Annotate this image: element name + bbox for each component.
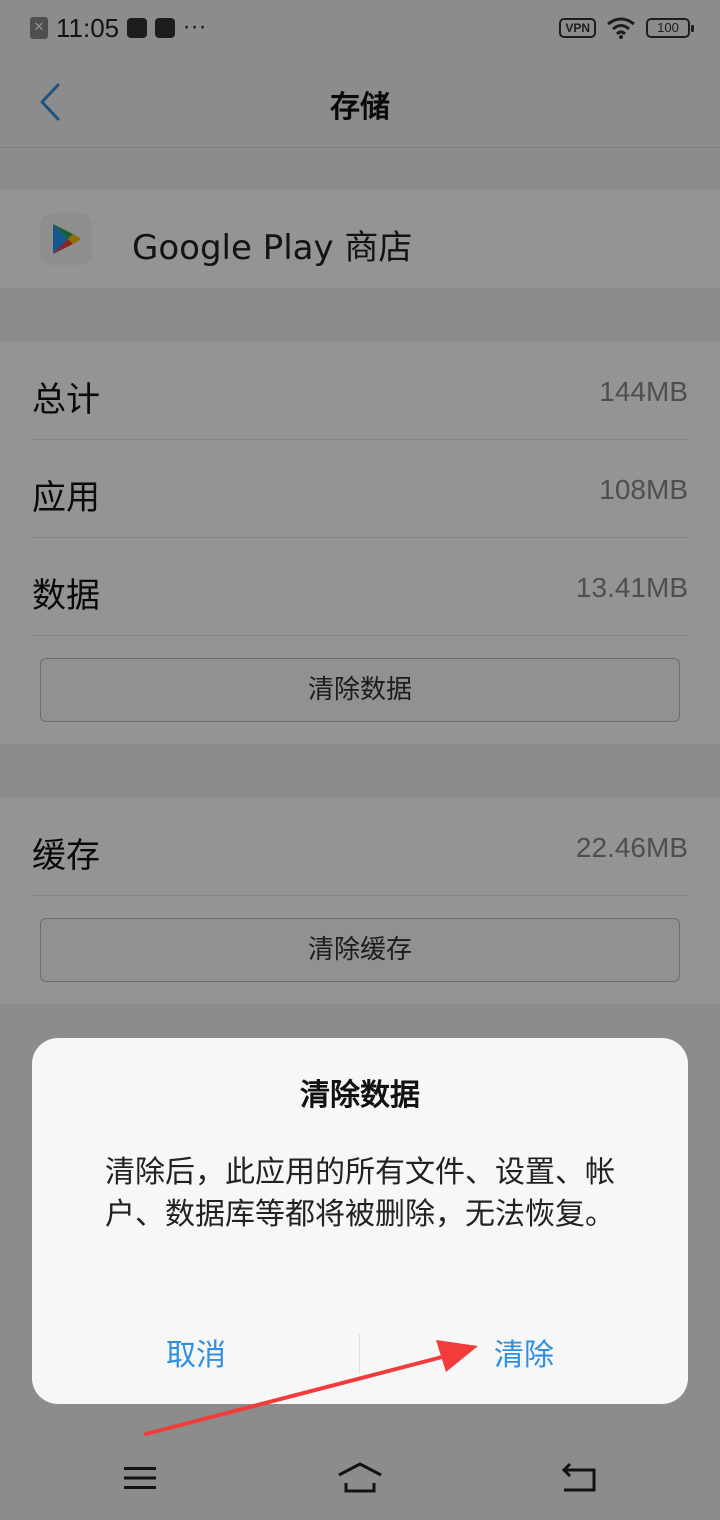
cancel-button[interactable]: 取消 — [32, 1334, 360, 1378]
storage-page: ✕ 11:05 ··· VPN 100 存储 Google Play 商店 总计… — [0, 0, 720, 1520]
dialog-title: 清除数据 — [300, 1078, 420, 1113]
confirm-clear-button[interactable]: 清除 — [360, 1334, 688, 1378]
clear-data-dialog: 清除数据 清除后，此应用的所有文件、设置、帐户、数据库等都将被删除，无法恢复。 … — [32, 1038, 688, 1404]
dialog-message: 清除后，此应用的所有文件、设置、帐户、数据库等都将被删除，无法恢复。 — [105, 1155, 615, 1232]
